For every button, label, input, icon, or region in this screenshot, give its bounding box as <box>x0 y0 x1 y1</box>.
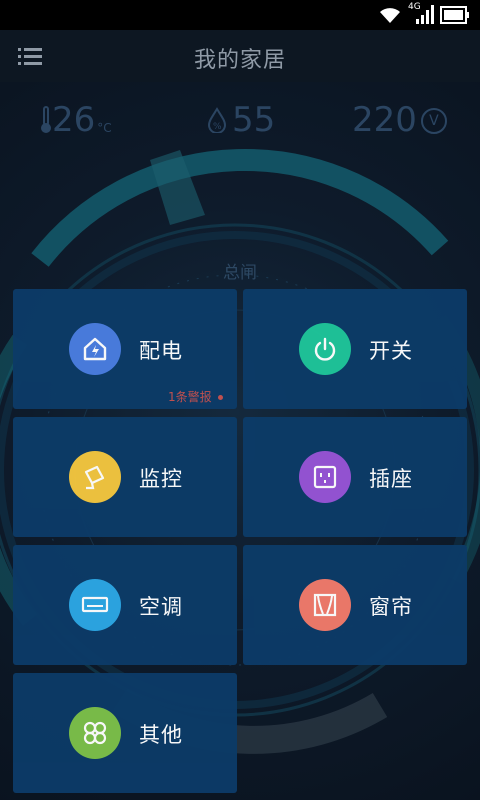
tile-other[interactable]: 其他 <box>13 673 237 793</box>
tile-power-switch[interactable]: 开关 <box>243 289 467 409</box>
socket-icon <box>299 451 351 503</box>
tile-label: 其他 <box>139 723 183 747</box>
svg-text:%: % <box>213 122 222 132</box>
tile-label: 窗帘 <box>369 595 413 619</box>
temperature-unit: °C <box>97 121 112 135</box>
environment-metrics: 26 °C % 55 220 V <box>0 100 480 144</box>
alarm-badge[interactable]: 1条警报 <box>168 388 223 405</box>
camera-icon <box>69 451 121 503</box>
volt-icon: V <box>420 108 447 134</box>
status-bar: 4G <box>0 0 480 30</box>
humidity-metric: % 55 <box>206 100 275 140</box>
wifi-icon <box>380 8 400 23</box>
tile-label: 监控 <box>139 467 183 491</box>
app-bar: 我的家居 <box>0 30 480 82</box>
temperature-value: 26 <box>52 100 96 140</box>
air-conditioner-icon <box>69 579 121 631</box>
humidity-value: 55 <box>232 100 276 140</box>
power-distribution-icon <box>69 323 121 375</box>
alarm-text: 1条警报 <box>168 390 212 404</box>
voltage-unit: V <box>429 113 439 129</box>
tile-monitoring[interactable]: 监控 <box>13 417 237 537</box>
power-switch-icon <box>299 323 351 375</box>
voltage-metric: 220 V <box>352 100 447 140</box>
network-type-label: 4G <box>408 2 421 12</box>
tile-label: 插座 <box>369 467 413 491</box>
tile-label: 配电 <box>139 339 183 363</box>
alarm-dot <box>217 395 223 400</box>
tile-socket[interactable]: 插座 <box>243 417 467 537</box>
water-drop-icon: % <box>207 107 227 133</box>
voltage-value: 220 <box>352 100 417 140</box>
grid-icon <box>69 707 121 759</box>
battery-icon <box>440 6 469 24</box>
page-title: 我的家居 <box>193 48 286 73</box>
tile-curtain[interactable]: 窗帘 <box>243 545 467 665</box>
tile-label: 开关 <box>369 339 413 363</box>
cellular-signal-icon: 4G <box>408 2 434 26</box>
temperature-metric: 26 °C <box>40 100 112 140</box>
main-switch-label: 总闸 <box>223 263 257 283</box>
thermometer-icon <box>41 106 51 133</box>
curtain-icon <box>299 579 351 631</box>
tile-label: 空调 <box>139 595 183 619</box>
tile-air-conditioner[interactable]: 空调 <box>13 545 237 665</box>
